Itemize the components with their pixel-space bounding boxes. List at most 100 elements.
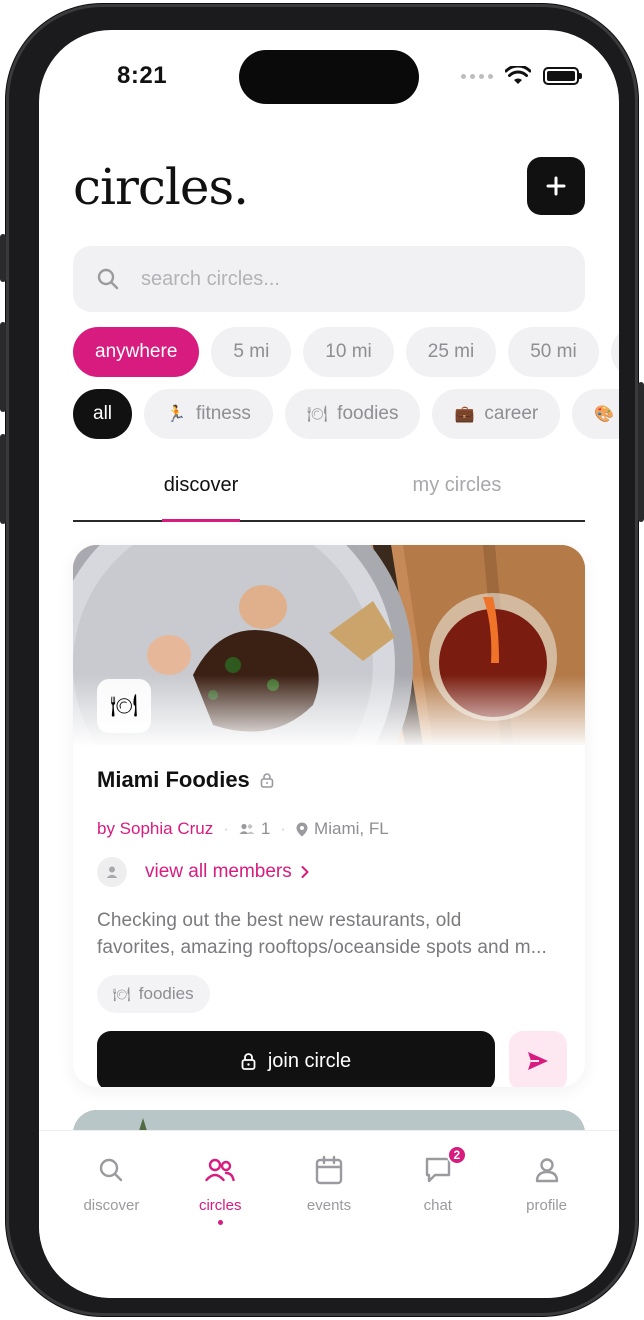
chip-category-foodies[interactable]: 🍽 foodies — [284, 389, 421, 439]
chip-distance-5mi[interactable]: 5 mi — [211, 327, 292, 377]
chip-category-fitness[interactable]: 🏃 fitness — [144, 389, 273, 439]
circle-tag: 🍽 foodies — [97, 975, 210, 1013]
nav-chat[interactable]: 2 chat — [383, 1145, 492, 1298]
view-all-members-link[interactable]: view all members — [145, 861, 310, 883]
nav-label: events — [306, 1197, 352, 1214]
avatar — [97, 857, 127, 887]
chip-distance-anywhere[interactable]: anywhere — [73, 327, 200, 377]
phone-frame: 8:21 circles. a — [0, 4, 644, 1316]
description-line: Checking out the best new restaurants, o… — [97, 910, 462, 931]
location-pin-icon — [296, 822, 308, 836]
chip-label: fitness — [195, 403, 251, 424]
chip-category-arts[interactable]: 🎨ar — [572, 389, 619, 439]
location-text: Miami, FL — [314, 819, 389, 838]
join-circle-button[interactable]: join circle — [97, 1031, 495, 1087]
search-icon — [97, 268, 119, 290]
plate-icon: 🍽 — [110, 693, 138, 718]
circle-name: Miami Foodies — [97, 767, 250, 792]
calendar-icon — [312, 1153, 346, 1187]
chip-category-career[interactable]: 💼 career — [432, 389, 561, 439]
chat-icon: 2 — [421, 1145, 467, 1187]
people-icon — [239, 823, 255, 834]
tab-label: my circles — [412, 474, 502, 496]
dynamic-island — [239, 50, 419, 104]
circle-cover-image: 🍽 — [73, 545, 585, 745]
action-button — [0, 234, 6, 282]
volume-up-button — [0, 322, 6, 412]
status-time: 8:21 — [117, 62, 168, 89]
briefcase-icon: 💼 — [454, 406, 475, 423]
member-count-value: 1 — [260, 819, 271, 838]
circle-card[interactable]: 🍽 Miami Foodies by Sophia Cruz · 1 · Mia… — [73, 545, 585, 1087]
meta-separator: · — [280, 819, 287, 838]
chip-distance-10mi[interactable]: 10 mi — [303, 327, 394, 377]
view-members-label: view all members — [145, 861, 292, 882]
chip-distance-50mi[interactable]: 50 mi — [508, 327, 599, 377]
tab-my-circles[interactable]: my circles — [329, 466, 585, 520]
members-row: view all members — [97, 857, 310, 887]
chip-category-all[interactable]: all — [73, 389, 133, 439]
active-nav-dot — [217, 1220, 223, 1225]
chip-label: 25 mi — [427, 341, 475, 362]
nav-discover[interactable]: discover — [57, 1153, 166, 1298]
nav-label: profile — [526, 1197, 568, 1214]
chip-distance-25mi[interactable]: 25 mi — [405, 327, 497, 377]
member-count: 1 — [239, 819, 270, 839]
wifi-icon — [505, 66, 531, 84]
status-icons — [461, 66, 582, 86]
nav-profile[interactable]: profile — [492, 1153, 601, 1298]
distance-filter-row: anywhere 5 mi 10 mi 25 mi 50 mi 1 — [73, 327, 619, 377]
bottom-nav: discover circles events 2 chat profile — [39, 1130, 619, 1298]
palette-icon: 🎨 — [594, 406, 615, 423]
plus-icon — [546, 176, 566, 196]
signal-icon — [461, 73, 493, 79]
tab-label: discover — [163, 474, 239, 496]
search-input[interactable] — [141, 267, 501, 291]
app-screen: 8:21 circles. a — [39, 30, 619, 1298]
nav-label: discover — [83, 1197, 140, 1214]
lock-icon — [241, 1053, 256, 1070]
chat-unread-badge: 2 — [446, 1145, 467, 1165]
person-icon — [106, 866, 118, 878]
share-circle-button[interactable] — [509, 1031, 567, 1087]
circle-author-link[interactable]: by Sophia Cruz — [97, 819, 213, 839]
battery-icon — [543, 67, 582, 85]
chip-label: anywhere — [95, 341, 178, 362]
chip-label: 10 mi — [325, 341, 372, 362]
volume-down-button — [0, 434, 6, 524]
category-filter-row: all 🏃 fitness 🍽 foodies 💼 career 🎨ar — [73, 389, 619, 439]
chip-label: 5 mi — [233, 341, 270, 362]
circle-description: Checking out the best new restaurants, o… — [97, 907, 567, 961]
circle-tabs: discover my circles — [73, 466, 585, 522]
chip-label: all — [93, 403, 113, 424]
search-icon — [94, 1153, 128, 1187]
chevron-right-icon — [301, 866, 309, 878]
nav-label: circles — [198, 1197, 242, 1214]
nav-events[interactable]: events — [275, 1153, 384, 1298]
nav-label: chat — [423, 1197, 452, 1214]
plate-icon: 🍽 — [113, 985, 131, 1002]
runner-icon: 🏃 — [166, 406, 186, 423]
nav-circles[interactable]: circles — [166, 1153, 275, 1298]
active-tab-indicator — [162, 519, 240, 522]
category-badge: 🍽 — [97, 679, 151, 733]
meta-separator: · — [223, 819, 229, 838]
send-icon — [528, 1052, 548, 1070]
power-button — [638, 382, 644, 522]
tab-discover[interactable]: discover — [73, 466, 329, 520]
lock-icon — [260, 773, 274, 788]
join-label: join circle — [267, 1049, 352, 1072]
create-circle-button[interactable] — [527, 157, 585, 215]
chip-distance-100mi[interactable]: 1 — [610, 327, 619, 377]
people-icon — [203, 1153, 237, 1187]
person-icon — [530, 1153, 564, 1187]
circle-meta: by Sophia Cruz · 1 · Miami, FL — [97, 819, 389, 839]
chip-label: career — [484, 403, 539, 424]
description-line: favorites, amazing rooftops/oceanside sp… — [97, 937, 547, 958]
plate-icon: 🍽 — [306, 406, 328, 423]
app-title: circles. — [73, 158, 249, 216]
search-bar[interactable] — [73, 246, 585, 312]
circle-title-row: Miami Foodies — [97, 767, 274, 793]
circle-location: Miami, FL — [296, 819, 389, 839]
tag-label: foodies — [138, 984, 194, 1003]
